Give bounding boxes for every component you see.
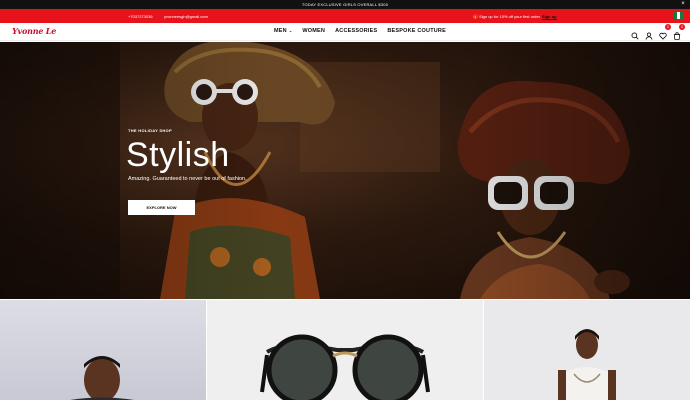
category-tile-accessories[interactable] [207,300,483,400]
flag-icon[interactable] [674,12,683,19]
explore-now-button[interactable]: EXPLORE NOW [128,200,195,215]
hero-title: Stylish [126,136,230,174]
logo[interactable]: Yvonne Le [12,26,56,36]
contact-bar: +7037273036 yvonneesgh@gmail.com 🎁 Sign … [0,9,690,23]
close-icon[interactable]: × [681,0,685,9]
nav-item-men[interactable]: MEN ⌄ [274,28,292,34]
nav-item-women[interactable]: WOMEN [302,28,325,34]
women-model-image [558,329,616,400]
nav-item-bespoke-couture[interactable]: BESPOKE COUTURE [387,28,446,34]
nav-item-accessories[interactable]: ACCESSORIES [335,28,377,34]
main-nav: MEN ⌄ WOMEN ACCESSORIES BESPOKE COUTURE [274,28,446,34]
wishlist-icon[interactable]: 0 [659,24,671,40]
cart-count-badge: 0 [679,24,685,30]
hero-subtitle: Amazing. Guaranteed to never be out of f… [128,176,247,182]
category-tile-men[interactable] [0,300,206,400]
chevron-down-icon: ⌄ [288,28,293,33]
search-icon[interactable] [631,27,639,40]
site-header: Yvonne Le MEN ⌄ WOMEN ACCESSORIES BESPOKE… [0,23,690,41]
cart-icon[interactable]: 0 [673,24,685,40]
wishlist-count-badge: 0 [665,24,671,30]
email-link[interactable]: yvonneesgh@gmail.com [164,14,208,19]
sunglasses-image [260,334,430,400]
hero-eyebrow: THE HOLIDAY SHOP [128,128,172,133]
promo-prefix: 🎁 Sign up for 10% off your first order. [473,14,541,19]
nav-label: MEN [274,28,287,34]
phone-link[interactable]: +7037273036 [128,14,153,19]
user-icon[interactable] [645,27,653,40]
hero-overlay [0,42,690,299]
announcement-text: TODAY EXCLUSIVE GIRLS OVERALL $300 [301,2,389,7]
category-tile-women[interactable] [484,300,690,400]
hero-banner: THE HOLIDAY SHOP Stylish Amazing. Guaran… [0,42,690,299]
men-model-image [70,356,134,400]
header-icons: 0 0 [631,24,685,40]
announcement-bar: TODAY EXCLUSIVE GIRLS OVERALL $300 × [0,0,690,9]
signup-link[interactable]: Sign up [542,14,557,19]
promo-text: 🎁 Sign up for 10% off your first order. … [473,14,557,19]
